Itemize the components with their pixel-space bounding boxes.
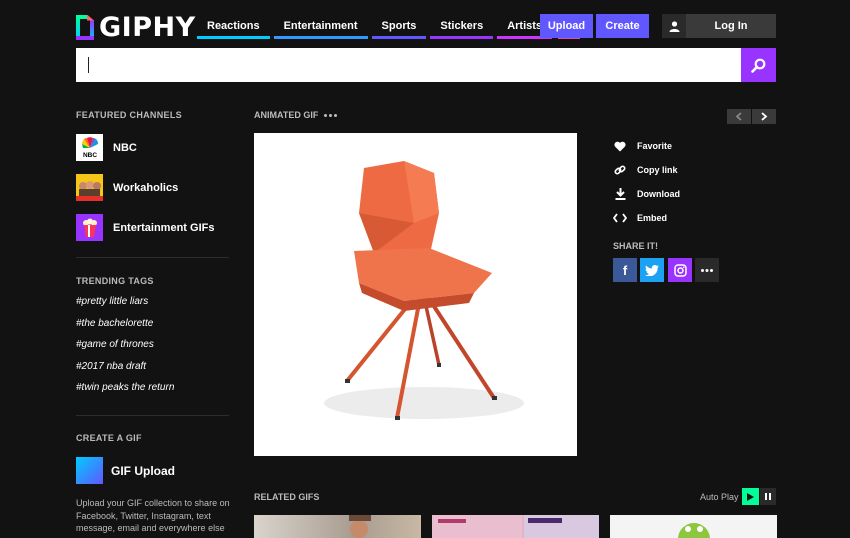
action-label: Copy link (637, 165, 678, 175)
play-icon (747, 492, 754, 501)
action-label: Embed (637, 213, 668, 223)
autoplay-play-button[interactable] (742, 488, 759, 505)
more-share-icon[interactable] (695, 258, 719, 282)
nav-label: Sports (381, 20, 417, 32)
facebook-icon[interactable]: f (613, 258, 637, 282)
channel-workaholics[interactable]: Workaholics (76, 174, 178, 201)
instagram-icon[interactable] (668, 258, 692, 282)
action-label: Download (637, 189, 680, 199)
gif-upload-description: Upload your GIF collection to share on F… (76, 498, 230, 533)
animated-gif-heading: ANIMATED GIF (254, 110, 339, 120)
related-gif-thumbnail[interactable] (432, 515, 599, 538)
giphy-logo[interactable]: GIPHY (76, 11, 196, 43)
upload-button[interactable]: Upload (540, 14, 593, 38)
svg-text:NBC: NBC (82, 152, 96, 159)
chevron-left-icon (735, 112, 742, 121)
channel-name: NBC (113, 141, 137, 154)
previous-gif-button[interactable] (727, 109, 751, 124)
trending-tag-link[interactable]: #pretty little liars (76, 296, 148, 307)
channel-entertainment-gifs[interactable]: Entertainment GIFs (76, 214, 214, 241)
chair-illustration (324, 161, 524, 420)
trending-tag-link[interactable]: #game of thrones (76, 339, 154, 350)
channel-nbc[interactable]: NBC NBC (76, 134, 137, 161)
featured-channels-heading: FEATURED CHANNELS (76, 110, 182, 120)
user-icon (662, 14, 686, 38)
download-icon (613, 187, 627, 201)
trending-tag-link[interactable]: #twin peaks the return (76, 382, 174, 393)
nbc-peacock-icon: NBC (76, 134, 103, 161)
giphy-logo-icon (76, 14, 94, 40)
search-input[interactable] (76, 48, 742, 82)
chevron-right-icon (761, 112, 768, 121)
create-gif-heading: CREATE A GIF (76, 433, 142, 443)
nav-label: Stickers (440, 20, 484, 32)
trending-tag-link[interactable]: #2017 nba draft (76, 361, 146, 372)
autoplay-pause-button[interactable] (760, 488, 776, 505)
autoplay-label: Auto Play (700, 492, 739, 502)
gif-upload-icon (76, 457, 103, 484)
channel-name: Entertainment GIFs (113, 221, 215, 234)
more-options-icon[interactable] (324, 113, 339, 117)
next-gif-button[interactable] (752, 109, 776, 124)
link-icon (613, 163, 627, 177)
related-gif-thumbnail[interactable] (610, 515, 777, 538)
login-button[interactable]: Log In (662, 14, 776, 38)
workaholics-icon (76, 174, 103, 201)
related-gif-thumbnail[interactable] (254, 515, 421, 538)
nav-label: Artists (507, 20, 543, 32)
popcorn-icon (76, 214, 103, 241)
search-button[interactable] (741, 48, 776, 82)
heart-icon (613, 139, 627, 153)
share-heading: SHARE IT! (613, 241, 658, 251)
twitter-icon[interactable] (640, 258, 664, 282)
nav-item-sports[interactable]: Sports (371, 14, 427, 39)
nav-item-stickers[interactable]: Stickers (430, 14, 494, 39)
trending-tags-heading: TRENDING TAGS (76, 276, 154, 286)
copy-link-action[interactable]: Copy link (613, 163, 678, 177)
login-label: Log In (714, 20, 748, 32)
embed-icon (613, 211, 627, 225)
favorite-action[interactable]: Favorite (613, 139, 672, 153)
gif-upload-link[interactable]: GIF Upload (76, 457, 175, 484)
create-button[interactable]: Create (596, 14, 649, 38)
heading-label: ANIMATED GIF (254, 110, 319, 120)
main-nav: Reactions Entertainment Sports Stickers … (197, 14, 581, 39)
trending-tag-link[interactable]: #the bachelorette (76, 318, 153, 329)
pause-icon (765, 493, 771, 500)
nav-item-entertainment[interactable]: Entertainment (273, 14, 368, 39)
sidebar-divider (76, 415, 229, 416)
nav-item-reactions[interactable]: Reactions (197, 14, 270, 39)
channel-name: Workaholics (113, 181, 179, 194)
gif-image[interactable] (254, 133, 577, 456)
search-icon (751, 58, 766, 73)
related-gifs-heading: RELATED GIFS (254, 492, 320, 502)
text-caret (88, 57, 89, 73)
brand-name: GIPHY (99, 11, 196, 43)
nav-label: Entertainment (283, 20, 358, 32)
gif-upload-label: GIF Upload (111, 463, 175, 478)
action-label: Favorite (637, 141, 673, 151)
embed-action[interactable]: Embed (613, 211, 667, 225)
sidebar-divider (76, 257, 229, 258)
download-action[interactable]: Download (613, 187, 680, 201)
nav-label: Reactions (207, 20, 260, 32)
